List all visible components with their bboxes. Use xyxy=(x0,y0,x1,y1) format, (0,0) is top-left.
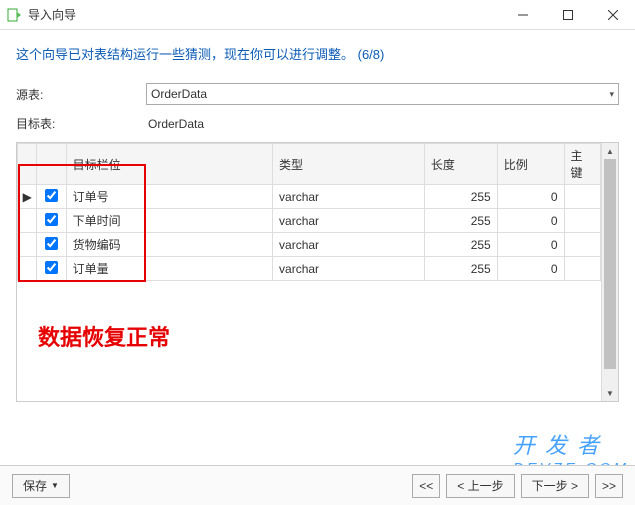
grid-header-length[interactable]: 长度 xyxy=(424,144,497,185)
maximize-button[interactable] xyxy=(545,0,590,30)
window-title: 导入向导 xyxy=(28,6,500,23)
row-checkbox[interactable] xyxy=(45,189,58,202)
target-value: OrderData xyxy=(146,117,619,131)
grid-header-check xyxy=(37,144,66,185)
vertical-scrollbar[interactable]: ▲ ▼ xyxy=(601,143,618,401)
table-row[interactable]: 订单量varchar2550 xyxy=(18,257,601,281)
titlebar: 导入向导 xyxy=(0,0,635,30)
row-marker: ▶ xyxy=(18,185,37,209)
table-row[interactable]: 货物编码varchar2550 xyxy=(18,233,601,257)
row-target[interactable]: 订单号 xyxy=(66,185,272,209)
grid-header-target[interactable]: 目标栏位 xyxy=(66,144,272,185)
save-button-label: 保存 xyxy=(23,477,47,494)
source-label: 源表: xyxy=(16,86,146,103)
app-icon xyxy=(6,7,22,23)
row-pk[interactable] xyxy=(564,185,600,209)
next-button-label: 下一步 > xyxy=(532,477,578,494)
row-checkbox[interactable] xyxy=(45,261,58,274)
source-select-value: OrderData xyxy=(151,87,207,101)
row-type[interactable]: varchar xyxy=(273,257,425,281)
grid-header-row: 目标栏位 类型 长度 比例 主键 xyxy=(18,144,601,185)
target-label: 目标表: xyxy=(16,115,146,132)
intro-text: 这个向导已对表结构运行一些猜测，现在你可以进行调整。 (6/8) xyxy=(16,44,619,63)
row-check[interactable] xyxy=(37,185,66,209)
row-checkbox[interactable] xyxy=(45,237,58,250)
row-scale[interactable]: 0 xyxy=(497,185,564,209)
chevron-down-icon: ▾ xyxy=(609,89,614,100)
row-length[interactable]: 255 xyxy=(424,257,497,281)
table-row[interactable]: 下单时间varchar2550 xyxy=(18,209,601,233)
target-row: 目标表: OrderData xyxy=(16,115,619,132)
scroll-thumb[interactable] xyxy=(604,159,616,369)
save-button[interactable]: 保存 ▼ xyxy=(12,474,70,498)
row-pk[interactable] xyxy=(564,233,600,257)
prev-button[interactable]: < 上一步 xyxy=(446,474,514,498)
row-length[interactable]: 255 xyxy=(424,185,497,209)
source-row: 源表: OrderData ▾ xyxy=(16,83,619,105)
annotation-text: 数据恢复正常 xyxy=(38,320,170,352)
row-target[interactable]: 下单时间 xyxy=(66,209,272,233)
row-type[interactable]: varchar xyxy=(273,209,425,233)
prev-button-label: < 上一步 xyxy=(457,477,503,494)
grid-header-pk[interactable]: 主键 xyxy=(564,144,600,185)
row-checkbox[interactable] xyxy=(45,213,58,226)
row-check[interactable] xyxy=(37,209,66,233)
row-marker xyxy=(18,257,37,281)
first-button[interactable]: << xyxy=(412,474,440,498)
table-row[interactable]: ▶ 订单号varchar2550 xyxy=(18,185,601,209)
row-scale[interactable]: 0 xyxy=(497,233,564,257)
grid-wrap: 目标栏位 类型 长度 比例 主键 ▶订单号varchar2550下单时间varc… xyxy=(16,142,619,402)
footer: 保存 ▼ << < 上一步 下一步 > >> xyxy=(0,465,635,505)
row-pk[interactable] xyxy=(564,257,600,281)
source-select[interactable]: OrderData ▾ xyxy=(146,83,619,105)
caret-down-icon: ▼ xyxy=(51,481,59,490)
row-length[interactable]: 255 xyxy=(424,233,497,257)
row-check[interactable] xyxy=(37,257,66,281)
first-button-label: << xyxy=(419,479,433,493)
minimize-button[interactable] xyxy=(500,0,545,30)
row-marker xyxy=(18,233,37,257)
close-button[interactable] xyxy=(590,0,635,30)
row-marker xyxy=(18,209,37,233)
grid-header-scale[interactable]: 比例 xyxy=(497,144,564,185)
grid-header-type[interactable]: 类型 xyxy=(273,144,425,185)
row-target[interactable]: 订单量 xyxy=(66,257,272,281)
scroll-up-icon[interactable]: ▲ xyxy=(602,143,618,159)
field-grid[interactable]: 目标栏位 类型 长度 比例 主键 ▶订单号varchar2550下单时间varc… xyxy=(17,143,601,401)
scroll-down-icon[interactable]: ▼ xyxy=(602,385,618,401)
row-check[interactable] xyxy=(37,233,66,257)
watermark-line1: 开 发 者 xyxy=(513,433,601,458)
row-target[interactable]: 货物编码 xyxy=(66,233,272,257)
row-length[interactable]: 255 xyxy=(424,209,497,233)
row-type[interactable]: varchar xyxy=(273,185,425,209)
next-button[interactable]: 下一步 > xyxy=(521,474,589,498)
row-scale[interactable]: 0 xyxy=(497,257,564,281)
row-pk[interactable] xyxy=(564,209,600,233)
row-type[interactable]: varchar xyxy=(273,233,425,257)
row-scale[interactable]: 0 xyxy=(497,209,564,233)
grid-header-marker xyxy=(18,144,37,185)
last-button-label: >> xyxy=(602,479,616,493)
last-button[interactable]: >> xyxy=(595,474,623,498)
